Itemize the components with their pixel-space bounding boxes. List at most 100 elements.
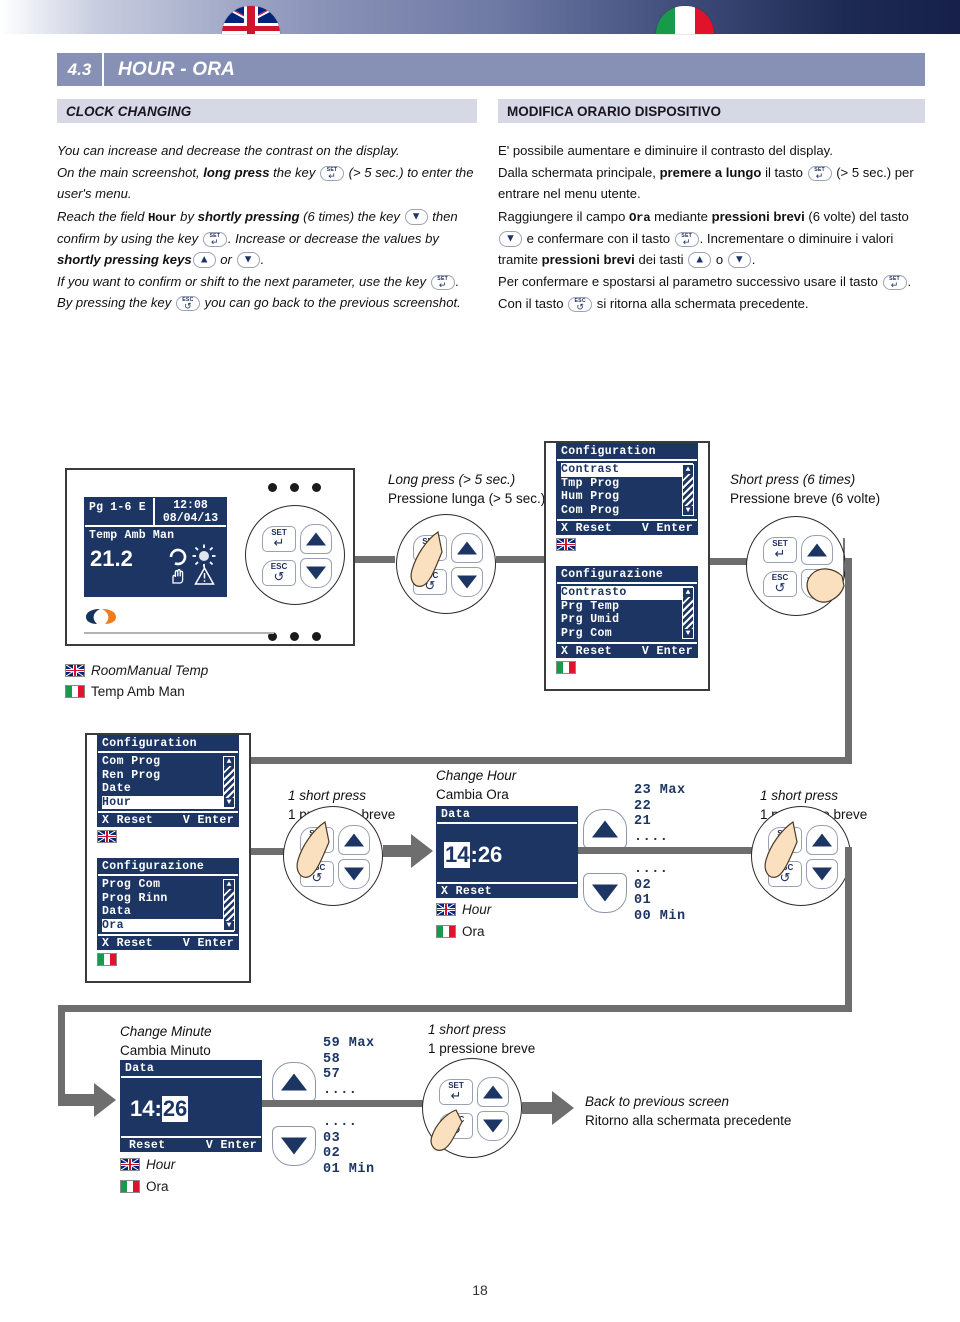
uk-flag-tab[interactable] — [222, 6, 280, 34]
menu-item[interactable]: Data — [102, 905, 234, 919]
menu-item[interactable]: Prog Rinn — [102, 892, 234, 906]
menu-item[interactable]: Hour — [102, 795, 234, 809]
hour-field-selected[interactable]: 14 — [444, 842, 471, 868]
scrollbar[interactable]: ▲ ▼ — [682, 587, 694, 639]
esc-key[interactable]: ESC ↺ — [300, 861, 334, 887]
panel-hairline — [84, 632, 274, 634]
up-key[interactable] — [338, 825, 370, 855]
down-key-hour[interactable] — [583, 873, 627, 913]
up-key[interactable] — [801, 535, 833, 565]
up-key-hour[interactable] — [583, 809, 627, 849]
body-text-en: You can increase and decrease the contra… — [57, 140, 477, 315]
menu-item[interactable]: Prg Temp — [561, 600, 693, 614]
connector-line — [236, 757, 243, 853]
scrollbar[interactable]: ▲ ▼ — [682, 464, 694, 516]
scroll-up-icon[interactable]: ▲ — [683, 465, 693, 474]
menu-item[interactable]: Date — [102, 782, 234, 796]
menu-item[interactable]: Com Prog — [561, 504, 693, 518]
menu-item[interactable]: Contrasto — [561, 586, 693, 600]
menu-title: Configurazione — [98, 859, 238, 876]
set-key[interactable]: SET ↵ — [763, 537, 797, 563]
esc-key[interactable]: ESC ↺ — [439, 1113, 473, 1139]
menu-item[interactable]: Contrast — [561, 463, 693, 477]
up-key-minute[interactable] — [272, 1062, 316, 1102]
italy-flag-icon — [556, 661, 576, 674]
esc-key[interactable]: ESC ↺ — [763, 571, 797, 597]
down-key-minute[interactable] — [272, 1126, 316, 1166]
connector-line — [496, 556, 544, 563]
arrow-head-icon — [552, 1091, 574, 1125]
up-key[interactable] — [477, 1077, 509, 1107]
up-key[interactable] — [451, 533, 483, 563]
change-minute-label-en: Hour — [120, 1157, 175, 1172]
field-name-hour: Hour — [148, 210, 177, 225]
scroll-down-icon[interactable]: ▼ — [224, 798, 234, 807]
set-key[interactable]: SET ↵ — [768, 827, 802, 853]
menu-item[interactable]: Ren Prog — [102, 769, 234, 783]
menu-item[interactable]: Prog Com — [102, 878, 234, 892]
minute-values-bottom: .... 03 02 01 Min — [323, 1115, 375, 1177]
top-gradient-band — [0, 0, 960, 34]
scroll-up-icon[interactable]: ▲ — [224, 880, 234, 889]
label-text: RoomManual Temp — [91, 663, 209, 678]
para-en-1: You can increase and decrease the contra… — [57, 143, 400, 158]
menu-footer: X Reset V Enter — [98, 934, 238, 951]
set-key-icon: SET ↵ — [430, 275, 455, 291]
set-key[interactable]: SET ↵ — [300, 827, 334, 853]
change-hour-label-it: Ora — [436, 924, 485, 939]
menu-title: Configuration — [98, 736, 238, 753]
menu-footer: X Reset V Enter — [98, 811, 238, 828]
scroll-up-icon[interactable]: ▲ — [224, 757, 234, 766]
menu-item[interactable]: Tmp Prog — [561, 477, 693, 491]
down-key[interactable] — [338, 859, 370, 889]
down-key[interactable] — [477, 1111, 509, 1141]
minute-field-selected[interactable]: 26 — [161, 1096, 189, 1122]
keypad-esc-press: SET ↵ ESC ↺ — [422, 1058, 522, 1158]
enter-label: V Enter — [182, 814, 234, 827]
up-key[interactable] — [300, 524, 332, 554]
scroll-down-icon[interactable]: ▼ — [683, 629, 693, 638]
brand-logo-icon — [86, 609, 116, 624]
menu-item[interactable]: Prg Umid — [561, 613, 693, 627]
caption-short-press-1b: 1 short press 1 pressione breve — [760, 788, 868, 823]
set-key-icon: SET ↵ — [882, 275, 907, 291]
down-key[interactable] — [451, 567, 483, 597]
down-key[interactable] — [300, 558, 332, 588]
up-key[interactable] — [806, 825, 838, 855]
down-key-icon: ▼ — [727, 251, 751, 268]
esc-key[interactable]: ESC ↺ — [413, 569, 447, 595]
menu-item[interactable]: Com Prog — [102, 755, 234, 769]
set-key[interactable]: SET ↵ — [413, 535, 447, 561]
set-key[interactable]: SET ↵ — [439, 1079, 473, 1105]
config-menu-box — [544, 441, 710, 691]
menu-title: Configuration — [557, 444, 697, 461]
hour-field[interactable]: 14 — [130, 1096, 154, 1122]
warning-triangle-icon — [194, 566, 215, 585]
minute-field[interactable]: 26 — [478, 842, 502, 868]
esc-key[interactable]: ESC ↺ — [262, 560, 296, 586]
arrow-head-icon — [94, 1083, 116, 1117]
scroll-down-icon[interactable]: ▼ — [224, 921, 234, 930]
italy-flag-tab[interactable] — [656, 6, 714, 34]
scrollbar[interactable]: ▲ ▼ — [223, 879, 235, 931]
down-key[interactable] — [801, 569, 833, 599]
reset-label: X Reset — [102, 937, 154, 950]
menu-item[interactable]: Prg Com — [561, 627, 693, 641]
menu-item[interactable]: Ora — [102, 918, 234, 932]
set-key[interactable]: SET ↵ — [262, 526, 296, 552]
scroll-up-icon[interactable]: ▲ — [683, 588, 693, 597]
scrollbar[interactable]: ▲ ▼ — [223, 756, 235, 808]
uk-flag-icon — [120, 1158, 140, 1171]
esc-key[interactable]: ESC ↺ — [768, 861, 802, 887]
section-title-sep: - — [180, 58, 187, 80]
menu-item[interactable]: Hum Prog — [561, 490, 693, 504]
scroll-down-icon[interactable]: ▼ — [683, 506, 693, 515]
finger-pointer-icon — [410, 531, 443, 587]
finger-pointer-icon — [764, 821, 798, 878]
italy-flag-icon — [120, 1180, 140, 1193]
italy-flag-icon — [97, 953, 117, 966]
down-key[interactable] — [806, 859, 838, 889]
body-text-it: E' possibile aumentare e diminuire il co… — [498, 140, 925, 316]
caption-change-hour: Change Hour Cambia Ora — [436, 768, 517, 803]
lcd-configuration-it: Configurazione Contrasto Prg Temp Prg Um… — [556, 566, 698, 658]
